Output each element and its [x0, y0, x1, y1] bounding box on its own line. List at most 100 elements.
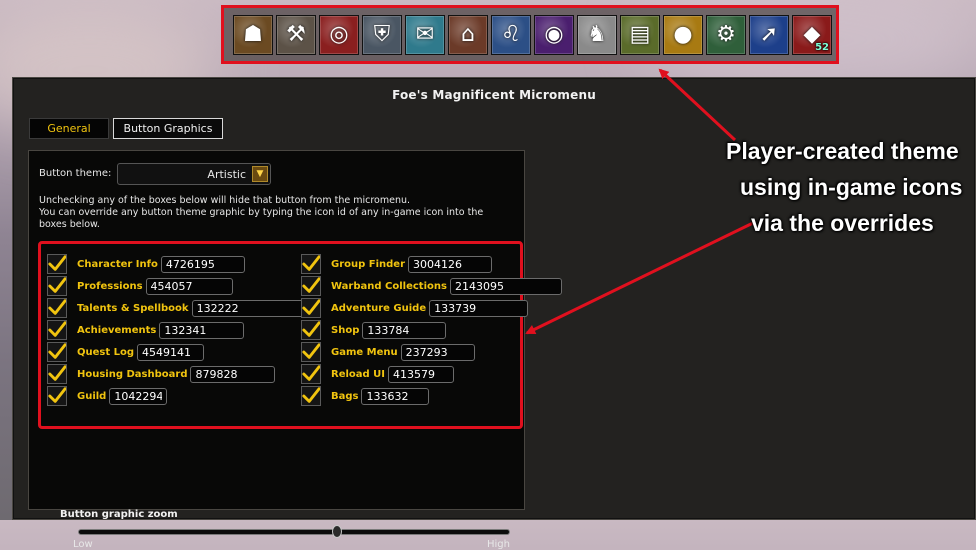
blue-arrow-icon-glyph: ➚: [759, 21, 779, 47]
option-label: Professions: [77, 280, 143, 292]
zoom-high-label: High: [487, 539, 510, 550]
annotation-text: Player-created theme using in-game icons…: [726, 133, 966, 241]
chevron-down-icon[interactable]: ▼: [252, 166, 268, 182]
option-row: Achievements: [47, 319, 245, 341]
icon-id-input[interactable]: [449, 277, 562, 295]
character-portrait-icon[interactable]: ☗: [233, 14, 273, 55]
general-options-box: Button theme: Artistic ▼ Unchecking any …: [28, 150, 562, 550]
eye-icon[interactable]: ◉: [534, 14, 574, 55]
scroll-icon[interactable]: ✉: [405, 14, 445, 55]
lion-crest-icon[interactable]: ♌: [491, 14, 531, 55]
icon-id-input[interactable]: [362, 321, 447, 339]
checkmark-icon: [302, 365, 320, 381]
visibility-checkbox[interactable]: [47, 276, 67, 296]
icon-id-input[interactable]: [388, 365, 455, 383]
option-row: Character Info: [47, 253, 245, 275]
icon-id-input[interactable]: [145, 277, 233, 295]
visibility-checkbox[interactable]: [301, 386, 321, 406]
shield-icon[interactable]: ⛨: [362, 14, 402, 55]
target-arrow-icon[interactable]: ◎: [319, 14, 359, 55]
option-label: Bags: [331, 390, 359, 402]
checkmark-icon: [302, 321, 320, 337]
visibility-checkbox[interactable]: [301, 298, 321, 318]
shield-icon-glyph: ⛨: [373, 21, 391, 47]
icon-id-input[interactable]: [190, 365, 276, 383]
hammer-icon-glyph: ⚒: [286, 21, 306, 47]
zoom-slider-thumb[interactable]: [332, 525, 343, 538]
checkmark-icon: [48, 343, 66, 359]
annotation-line: using in-game icons: [740, 174, 963, 200]
visibility-checkbox[interactable]: [47, 298, 67, 318]
option-row: Talents & Spellbook: [47, 297, 306, 319]
icon-id-input[interactable]: [160, 255, 245, 273]
option-label: Adventure Guide: [331, 302, 427, 314]
visibility-checkbox[interactable]: [301, 276, 321, 296]
hammer-icon[interactable]: ⚒: [276, 14, 316, 55]
icon-id-input[interactable]: [429, 299, 529, 317]
option-label: Game Menu: [331, 346, 398, 358]
option-label: Shop: [331, 324, 360, 336]
blue-arrow-icon[interactable]: ➚: [749, 14, 789, 55]
theme-dropdown[interactable]: Artistic ▼: [117, 163, 271, 185]
red-bag-icon[interactable]: ◆ 52: [792, 14, 832, 55]
instruction-line: Unchecking any of the boxes below will h…: [39, 195, 411, 206]
option-row: Game Menu: [301, 341, 475, 363]
icon-id-input[interactable]: [361, 387, 430, 405]
icon-id-input[interactable]: [159, 321, 245, 339]
treasure-map-icon-glyph: ⌂: [461, 21, 475, 47]
option-label: Reload UI: [331, 368, 386, 380]
checkmark-icon: [48, 365, 66, 381]
gears-icon-glyph: ⚙: [716, 21, 736, 47]
lion-crest-icon-glyph: ♌: [501, 21, 521, 47]
theme-label: Button theme:: [39, 168, 112, 179]
checkmark-icon: [48, 277, 66, 293]
checkmark-icon: [48, 321, 66, 337]
visibility-checkbox[interactable]: [301, 320, 321, 340]
visibility-checkbox[interactable]: [301, 254, 321, 274]
theme-dropdown-value: Artistic: [207, 167, 246, 181]
visibility-checkbox[interactable]: [47, 342, 67, 362]
checkmark-icon: [302, 277, 320, 293]
checkmark-icon: [302, 255, 320, 271]
horse-head-icon[interactable]: ♞: [577, 14, 617, 55]
visibility-checkbox[interactable]: [47, 320, 67, 340]
checkmark-icon: [48, 255, 66, 271]
option-row: Adventure Guide: [301, 297, 529, 319]
visibility-checkbox[interactable]: [301, 364, 321, 384]
zoom-slider-track[interactable]: [78, 529, 510, 535]
character-portrait-icon-glyph: ☗: [243, 21, 263, 47]
zoom-label: Button graphic zoom: [60, 509, 178, 520]
visibility-checkbox[interactable]: [47, 364, 67, 384]
option-row: Shop: [301, 319, 447, 341]
treasure-map-icon[interactable]: ⌂: [448, 14, 488, 55]
checkmark-icon: [48, 387, 66, 403]
option-label: Group Finder: [331, 258, 406, 270]
visibility-checkbox[interactable]: [47, 254, 67, 274]
option-row: Housing Dashboard: [47, 363, 276, 385]
tab-general[interactable]: General: [29, 118, 109, 139]
icon-id-input[interactable]: [191, 299, 306, 317]
gold-coins-icon-glyph: ●: [673, 21, 693, 47]
option-row: Quest Log: [47, 341, 205, 363]
icon-id-input[interactable]: [109, 387, 168, 405]
gears-icon[interactable]: ⚙: [706, 14, 746, 55]
visibility-checkbox[interactable]: [301, 342, 321, 362]
scroll-icon-glyph: ✉: [415, 21, 435, 47]
icon-id-input[interactable]: [137, 343, 205, 361]
option-label: Housing Dashboard: [77, 368, 188, 380]
option-label: Achievements: [77, 324, 157, 336]
eye-icon-glyph: ◉: [544, 21, 564, 47]
panel-title: Foe's Magnificent Micromenu: [392, 88, 596, 102]
tab-button-graphics[interactable]: Button Graphics: [113, 118, 223, 139]
option-row: Guild: [47, 385, 168, 407]
option-label: Quest Log: [77, 346, 135, 358]
icon-id-input[interactable]: [408, 255, 493, 273]
icon-id-input[interactable]: [400, 343, 475, 361]
micromenu-bar: ☗ ⚒ ◎ ⛨ ✉ ⌂ ♌ ◉ ♞ ▤ ● ⚙ ➚ ◆ 52: [221, 5, 839, 64]
option-label: Guild: [77, 390, 107, 402]
visibility-checkbox[interactable]: [47, 386, 67, 406]
option-label: Character Info: [77, 258, 158, 270]
checkmark-icon: [302, 299, 320, 315]
spellbook-icon[interactable]: ▤: [620, 14, 660, 55]
gold-coins-icon[interactable]: ●: [663, 14, 703, 55]
